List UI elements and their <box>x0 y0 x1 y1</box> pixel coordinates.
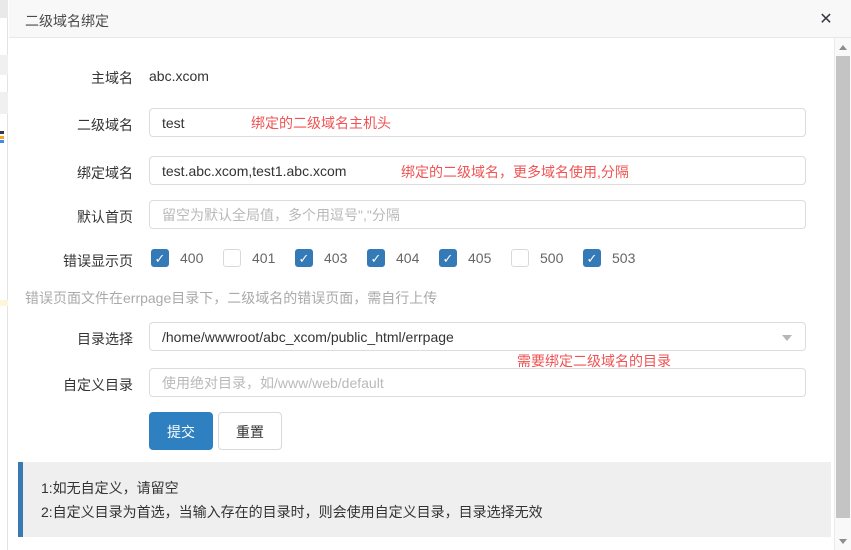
subdomain-input[interactable] <box>149 108 806 137</box>
scroll-down-icon[interactable] <box>839 539 847 544</box>
error-pages-checkbox-group: ✓ 400 401 ✓ 403 ✓ 404 ✓ 405 500 ✓ 503 <box>151 249 655 267</box>
error-page-option-500: 500 <box>511 249 583 267</box>
error-page-option-400: ✓ 400 <box>151 249 223 267</box>
scrollbar[interactable] <box>834 38 851 550</box>
default-index-label: 默认首页 <box>9 207 133 227</box>
error-page-option-404: ✓ 404 <box>367 249 439 267</box>
subdomain-bind-dialog: 二级域名绑定 ✕ 主域名 abc.xcom 二级域名 绑定的二级域名主机头 绑定… <box>9 0 851 550</box>
submit-button[interactable]: 提交 <box>149 412 213 450</box>
note-line-2: 2:自定义目录为首选，当输入存在的目录时，则会使用自定义目录，目录选择无效 <box>41 502 543 522</box>
checkbox-label: 404 <box>396 250 419 266</box>
checkbox-503-checked[interactable]: ✓ <box>583 249 601 267</box>
checkbox-404-checked[interactable]: ✓ <box>367 249 385 267</box>
checkbox-405-checked[interactable]: ✓ <box>439 249 457 267</box>
background-icon-fragment <box>0 140 4 143</box>
dialog-title: 二级域名绑定 <box>25 11 109 31</box>
background-icon-fragment <box>0 136 4 139</box>
checkbox-500-unchecked[interactable] <box>511 249 529 267</box>
bind-domain-label: 绑定域名 <box>9 163 133 183</box>
subdomain-label: 二级域名 <box>9 115 133 135</box>
bind-domain-input[interactable] <box>149 156 806 185</box>
scroll-up-icon[interactable] <box>839 45 847 50</box>
main-domain-label: 主域名 <box>9 68 133 88</box>
checkbox-label: 400 <box>180 250 203 266</box>
background-fragment <box>0 92 8 114</box>
custom-dir-label: 自定义目录 <box>9 375 133 395</box>
default-index-input[interactable] <box>149 200 806 229</box>
main-domain-value: abc.xcom <box>149 68 209 84</box>
background-icon-fragment <box>0 131 4 134</box>
dir-select-value: /home/wwwroot/abc_xcom/public_html/errpa… <box>162 329 454 345</box>
error-pages-hint: 错误页面文件在errpage目录下，二级域名的错误页面，需自行上传 <box>25 288 437 308</box>
checkbox-label: 401 <box>252 250 275 266</box>
reset-button[interactable]: 重置 <box>218 412 282 450</box>
custom-dir-input[interactable] <box>149 368 806 397</box>
background-fragment <box>0 300 8 306</box>
error-page-option-405: ✓ 405 <box>439 249 511 267</box>
notes-panel: 1:如无自定义，请留空 2:自定义目录为首选，当输入存在的目录时，则会使用自定义… <box>18 462 831 537</box>
close-icon[interactable]: ✕ <box>815 9 837 31</box>
background-fragment <box>0 0 8 18</box>
checkbox-403-checked[interactable]: ✓ <box>295 249 313 267</box>
scrollbar-thumb[interactable] <box>836 56 850 518</box>
checkbox-label: 403 <box>324 250 347 266</box>
checkbox-401-unchecked[interactable] <box>223 249 241 267</box>
checkbox-label: 500 <box>540 250 563 266</box>
checkbox-label: 405 <box>468 250 491 266</box>
checkbox-label: 503 <box>612 250 635 266</box>
error-page-option-403: ✓ 403 <box>295 249 367 267</box>
error-page-option-503: ✓ 503 <box>583 249 655 267</box>
background-page-sliver <box>0 0 8 550</box>
dir-select-dropdown[interactable]: /home/wwwroot/abc_xcom/public_html/errpa… <box>149 322 806 351</box>
screen: 二级域名绑定 ✕ 主域名 abc.xcom 二级域名 绑定的二级域名主机头 绑定… <box>0 0 851 550</box>
dialog-header: 二级域名绑定 ✕ <box>9 0 851 38</box>
note-line-1: 1:如无自定义，请留空 <box>41 478 179 498</box>
error-pages-label: 错误显示页 <box>9 251 133 271</box>
error-page-option-401: 401 <box>223 249 295 267</box>
dir-select-label: 目录选择 <box>9 329 133 349</box>
chevron-down-icon <box>782 335 792 341</box>
checkbox-400-checked[interactable]: ✓ <box>151 249 169 267</box>
background-fragment <box>0 55 8 75</box>
